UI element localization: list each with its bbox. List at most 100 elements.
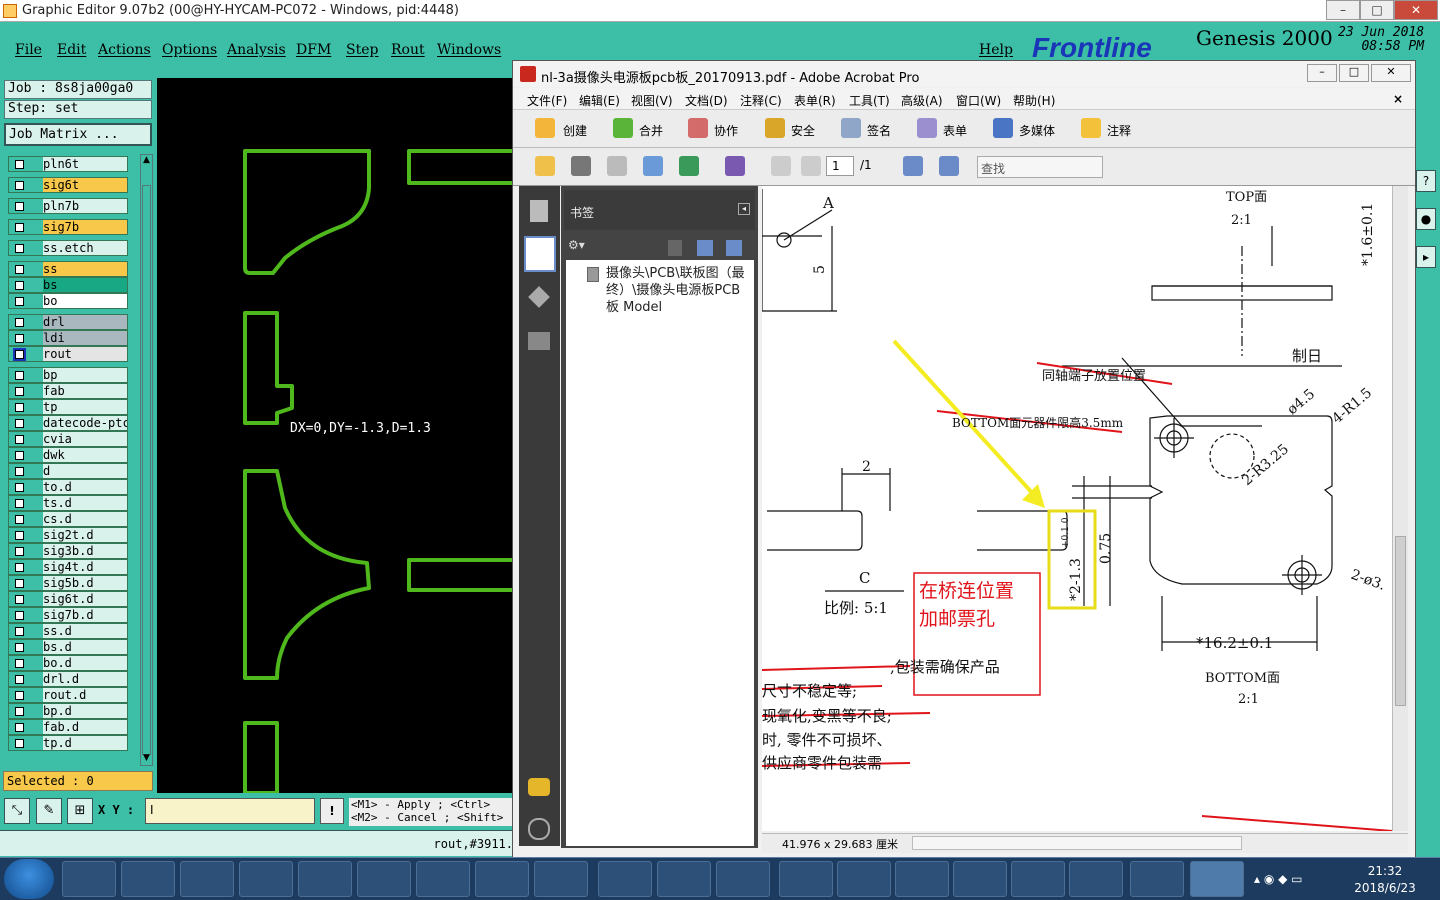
layer-row[interactable]: dwk <box>8 447 128 463</box>
sign-pen-icon[interactable] <box>841 118 861 138</box>
layer-row[interactable]: bo.d <box>8 655 128 671</box>
email-icon[interactable] <box>643 156 663 176</box>
taskbar-genesis-icon-5[interactable] <box>1011 861 1065 897</box>
taskbar-excel-icon[interactable] <box>357 861 411 897</box>
layer-checkbox[interactable] <box>9 294 39 308</box>
layer-checkbox[interactable] <box>9 624 39 638</box>
taskbar-excel-icon-2[interactable] <box>416 861 470 897</box>
taskbar-g-app-icon[interactable] <box>239 861 293 897</box>
amenu-help[interactable]: 帮助(H) <box>1013 92 1055 109</box>
taskbar-excel-icon-3[interactable] <box>475 861 529 897</box>
taskbar-scanner-icon[interactable] <box>180 861 234 897</box>
layer-checkbox[interactable] <box>9 544 39 558</box>
menu-options[interactable]: Options <box>162 42 217 58</box>
amenu-tools[interactable]: 工具(T) <box>849 92 890 109</box>
next-page-icon[interactable] <box>801 156 821 176</box>
tool-comment[interactable]: 注释 <box>1107 122 1131 139</box>
layer-row[interactable]: cvia <box>8 431 128 447</box>
layer-row[interactable]: fab <box>8 383 128 399</box>
options-gear-icon[interactable]: ⚙▾ <box>568 238 592 256</box>
fit-width-icon[interactable] <box>903 156 923 176</box>
layer-checkbox[interactable] <box>9 416 39 430</box>
layer-row[interactable]: ss.d <box>8 623 128 639</box>
layer-checkbox[interactable] <box>9 368 39 382</box>
layer-row[interactable]: ss <box>8 261 128 277</box>
taskbar-network-icon[interactable] <box>716 861 770 897</box>
layer-row[interactable]: pln7b <box>8 198 128 214</box>
taskbar-network-icon-2[interactable] <box>1130 861 1184 897</box>
doc-vertical-scrollbar[interactable] <box>1392 186 1408 831</box>
menu-step[interactable]: Step <box>346 42 378 58</box>
layer-checkbox[interactable] <box>9 384 39 398</box>
taskbar-shell-icon[interactable] <box>598 861 652 897</box>
layer-row[interactable]: ss.etch <box>8 240 128 256</box>
menu-dfm[interactable]: DFM <box>296 42 331 58</box>
layer-row[interactable]: drl <box>8 314 128 330</box>
bookmark-item[interactable]: 摄像头\PCB\联板图（最终）\摄像头电源板PCB板 Model <box>606 265 751 316</box>
layer-checkbox[interactable] <box>9 432 39 446</box>
tool-multimedia[interactable]: 多媒体 <box>1019 122 1055 139</box>
amenu-comment[interactable]: 注释(C) <box>740 92 782 109</box>
menu-file[interactable]: File <box>15 42 42 58</box>
menu-help[interactable]: Help <box>979 42 1013 58</box>
layer-row[interactable]: ts.d <box>8 495 128 511</box>
layer-row[interactable]: sig2t.d <box>8 527 128 543</box>
comments-icon[interactable] <box>528 778 550 796</box>
menu-actions[interactable]: Actions <box>98 42 151 58</box>
page-number-input[interactable]: 1 <box>826 156 854 176</box>
edit-tool-icon[interactable]: ✎ <box>36 798 62 824</box>
amenu-document[interactable]: 文档(D) <box>685 92 728 109</box>
color-icon[interactable] <box>725 156 745 176</box>
multimedia-icon[interactable] <box>993 118 1013 138</box>
collapse-panel-icon[interactable]: ◂ <box>738 203 750 215</box>
layer-row[interactable]: to.d <box>8 479 128 495</box>
print-icon[interactable] <box>571 156 591 176</box>
maximize-button[interactable]: □ <box>1360 0 1394 20</box>
minimize-button[interactable]: – <box>1326 0 1360 20</box>
amenu-view[interactable]: 视图(V) <box>631 92 673 109</box>
tool-sign[interactable]: 签名 <box>867 122 891 139</box>
layer-checkbox[interactable] <box>9 528 39 542</box>
taskbar-save-icon[interactable] <box>121 861 175 897</box>
taskbar-genesis-icon-4[interactable] <box>953 861 1007 897</box>
layer-checkbox[interactable] <box>9 278 39 292</box>
layer-row[interactable]: bo <box>8 293 128 309</box>
traffic-light-icon[interactable]: ● <box>1416 208 1436 230</box>
layer-row[interactable]: rout <box>8 346 128 362</box>
layer-checkbox[interactable] <box>9 512 39 526</box>
tool-collaborate[interactable]: 协作 <box>714 122 738 139</box>
menu-analysis[interactable]: Analysis <box>227 42 286 58</box>
tool-create[interactable]: 创建 <box>563 122 587 139</box>
save-icon[interactable] <box>607 156 627 176</box>
signatures-icon[interactable] <box>528 332 550 350</box>
layer-checkbox[interactable] <box>9 178 39 192</box>
taskbar-f-app-icon[interactable] <box>298 861 352 897</box>
web-icon[interactable] <box>679 156 699 176</box>
layer-row[interactable]: fab.d <box>8 719 128 735</box>
create-icon[interactable] <box>535 118 555 138</box>
find-box[interactable]: 查找 <box>977 156 1103 178</box>
layer-checkbox[interactable] <box>9 315 39 329</box>
layer-checkbox[interactable] <box>9 448 39 462</box>
menu-windows[interactable]: Windows <box>437 42 501 58</box>
layer-row[interactable]: datecode-ptc <box>8 415 128 431</box>
tool-security[interactable]: 安全 <box>791 122 815 139</box>
layer-checkbox[interactable] <box>9 464 39 478</box>
xy-input[interactable]: I <box>145 798 315 824</box>
taskbar-genesis-icon-2[interactable] <box>837 861 891 897</box>
layer-checkbox[interactable] <box>9 157 39 171</box>
layer-row[interactable]: rout.d <box>8 687 128 703</box>
panel-toggle-icon[interactable]: ▸ <box>1416 246 1436 268</box>
tray-icons[interactable]: ▴ ◉ ◆ ▭ <box>1254 872 1334 888</box>
pages-icon[interactable] <box>530 200 548 222</box>
layer-row[interactable]: ldi <box>8 330 128 346</box>
comment-icon[interactable] <box>1081 118 1101 138</box>
amenu-forms[interactable]: 表单(R) <box>794 92 836 109</box>
new-bookmark-icon[interactable] <box>697 240 713 256</box>
job-matrix-button[interactable]: Job Matrix ... <box>4 123 152 146</box>
taskbar-ie-icon[interactable] <box>62 861 116 897</box>
layer-checkbox[interactable] <box>9 704 39 718</box>
start-button[interactable] <box>4 859 54 899</box>
layer-row[interactable]: tp.d <box>8 735 128 751</box>
layer-checkbox[interactable] <box>9 560 39 574</box>
